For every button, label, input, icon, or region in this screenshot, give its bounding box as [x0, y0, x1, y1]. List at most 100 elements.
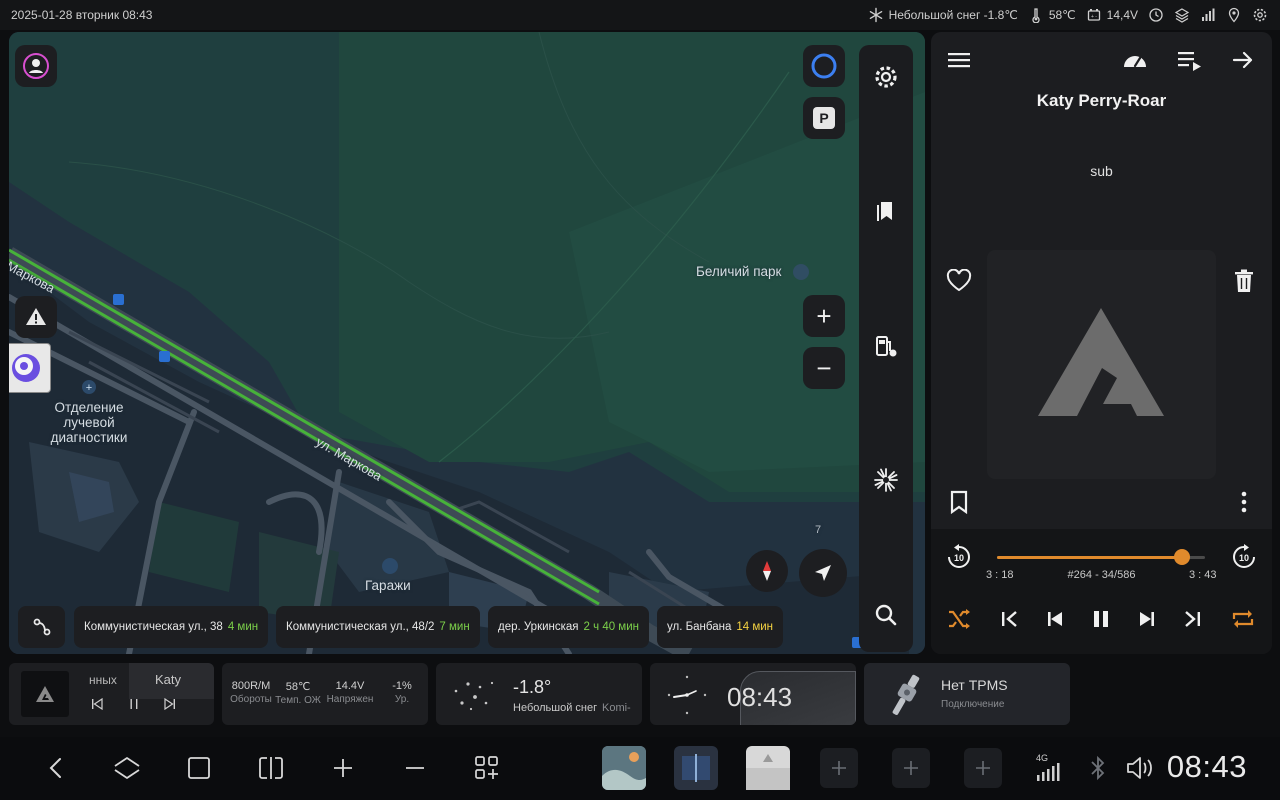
trash-icon: [1235, 269, 1253, 292]
equalizer-speed-button[interactable]: [1121, 46, 1149, 74]
snow-icon: [454, 681, 494, 711]
map-canvas[interactable]: +: [9, 32, 925, 654]
add-app-slot-1[interactable]: [820, 748, 858, 788]
clock-widget[interactable]: 08:43: [650, 663, 856, 725]
music-controls: [931, 529, 1272, 654]
destination-chip-2[interactable]: Коммунистическая ул., 48/2 7 мин: [276, 606, 480, 648]
mini-player-widget[interactable]: нных Katy: [9, 663, 214, 725]
camera-effect-button[interactable]: [872, 466, 900, 494]
snowflake-icon: [869, 7, 882, 23]
progress-knob[interactable]: [1174, 549, 1191, 565]
playlist-button[interactable]: [1176, 46, 1204, 74]
parking-icon: P: [813, 107, 835, 129]
progress-fill: [997, 556, 1183, 559]
add-app-slot-2[interactable]: [892, 748, 930, 788]
analog-clock-icon: [667, 675, 707, 715]
svg-text:10: 10: [1239, 553, 1249, 563]
status-coolant-text: 58℃: [1048, 8, 1076, 22]
destination-eta: 14 мин: [736, 621, 774, 633]
car-info-widget[interactable]: 800R/M Обороты 58℃ Темп. ОЖ 14.4V Напряж…: [222, 663, 428, 725]
layers-icon[interactable]: [1174, 7, 1190, 23]
status-weather: Небольшой снег -1.8℃: [868, 7, 1018, 23]
route-options-button[interactable]: [18, 606, 65, 648]
next-track-button[interactable]: [1133, 605, 1161, 633]
bookmarks-button[interactable]: [872, 197, 900, 225]
car-info-coolant: 58℃ Темп. ОЖ: [274, 680, 322, 706]
destination-chip-3[interactable]: дер. Уркинская 2 ч 40 мин: [488, 606, 649, 648]
volume-up-button[interactable]: [328, 753, 358, 783]
settings-gear-icon[interactable]: [1252, 7, 1268, 23]
signal-bars-icon: [1202, 8, 1215, 21]
pinned-app-gallery[interactable]: [602, 746, 646, 790]
system-clock: 08:43: [1166, 749, 1247, 784]
map-label-hospital-line2: лучевой: [63, 415, 115, 430]
profile-button[interactable]: [15, 45, 57, 87]
location-pin-icon[interactable]: [1226, 7, 1242, 23]
speedometer-icon: [1124, 56, 1146, 68]
volume-down-button[interactable]: [400, 753, 430, 783]
fuel-station-button[interactable]: [872, 332, 900, 360]
skip-previous-icon: [1048, 612, 1062, 626]
forward-10-button[interactable]: 10: [1229, 542, 1259, 572]
svg-text:+: +: [86, 382, 92, 394]
status-voltage-text: 14,4V: [1106, 8, 1138, 22]
compass-button[interactable]: [746, 550, 788, 592]
pinned-app-book[interactable]: [674, 746, 718, 790]
car-info-value: 14.4V: [335, 680, 365, 692]
map-search-button[interactable]: [872, 601, 900, 629]
progress-bar[interactable]: [997, 549, 1205, 565]
more-options-button[interactable]: [1229, 487, 1259, 517]
split-screen-button[interactable]: [256, 753, 286, 783]
minus-icon: [406, 767, 424, 769]
bookmark-track-button[interactable]: [944, 487, 974, 517]
bluetooth-button[interactable]: [1083, 753, 1113, 783]
mini-prev-button[interactable]: [91, 697, 105, 711]
zoom-out-button[interactable]: −: [803, 347, 845, 389]
recent-apps-button[interactable]: [184, 753, 214, 783]
home-button[interactable]: [112, 753, 142, 783]
apps-grid-button[interactable]: [472, 753, 502, 783]
weather-city: Komi-: [602, 702, 631, 714]
add-app-slot-3[interactable]: [964, 748, 1002, 788]
history-icon[interactable]: [1148, 7, 1164, 23]
delete-track-button[interactable]: [1229, 266, 1259, 296]
tpms-widget[interactable]: Нет TPMS Подключение: [864, 663, 1070, 725]
pinned-app-player[interactable]: [746, 746, 790, 790]
parking-button[interactable]: P: [803, 97, 845, 139]
home-diamond-icon: [114, 757, 140, 779]
alice-voice-button[interactable]: [803, 45, 845, 87]
bookmark-icon: [950, 490, 968, 514]
music-menu-button[interactable]: [945, 46, 973, 74]
favorite-button[interactable]: [944, 266, 974, 296]
destination-eta: 2 ч 40 мин: [583, 621, 639, 633]
car-info-label: Напряжен: [326, 694, 374, 705]
destination-chip-4[interactable]: ул. Банбана 14 мин: [657, 606, 784, 648]
alice-assistant-button[interactable]: [9, 343, 51, 393]
mini-next-button[interactable]: [164, 697, 178, 711]
map-settings-button[interactable]: [872, 63, 900, 91]
previous-track-button[interactable]: [1041, 605, 1069, 633]
thermometer-icon: [1032, 8, 1040, 23]
tire-sensor-icon: [892, 674, 920, 715]
battery-icon: + -: [1087, 9, 1100, 21]
zoom-in-button[interactable]: +: [803, 295, 845, 337]
rewind-10-button[interactable]: 10: [944, 542, 974, 572]
repeat-button[interactable]: [1229, 605, 1257, 633]
mini-pause-button[interactable]: [128, 697, 142, 711]
back-button[interactable]: [41, 753, 71, 783]
my-location-button[interactable]: [799, 549, 847, 597]
previous-album-button[interactable]: [996, 605, 1024, 633]
apps-grid-icon: [475, 756, 498, 779]
burst-icon: [874, 468, 898, 492]
book-app-icon: [682, 754, 710, 782]
next-album-button[interactable]: [1178, 605, 1206, 633]
volume-button[interactable]: [1125, 753, 1155, 783]
music-forward-button[interactable]: [1229, 46, 1257, 74]
destination-chip-1[interactable]: Коммунистическая ул., 38 4 мин: [74, 606, 269, 648]
report-incident-button[interactable]: [15, 296, 57, 338]
navigation-map[interactable]: + Маркова ул. Маркова Беличий парк Отдел…: [9, 32, 925, 654]
pause-button[interactable]: [1087, 605, 1115, 633]
mini-player-text-left: нных: [89, 673, 117, 687]
weather-widget[interactable]: -1.8° Небольшой снег Komi-: [436, 663, 642, 725]
shuffle-button[interactable]: [945, 605, 973, 633]
